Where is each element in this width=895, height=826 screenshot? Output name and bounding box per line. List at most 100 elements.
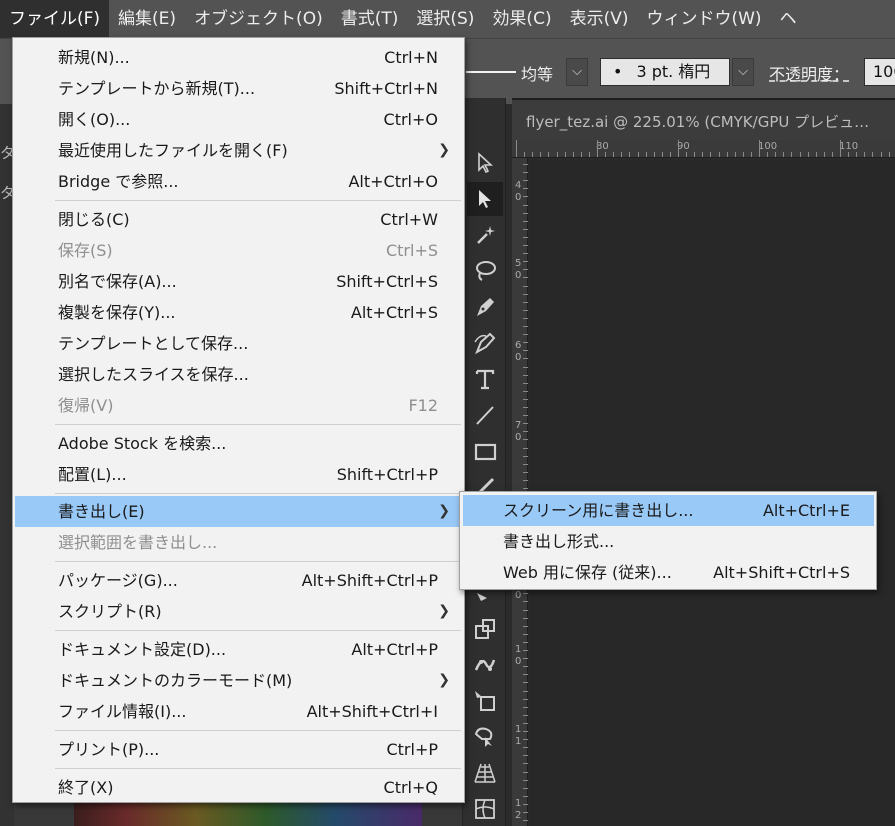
menu-item-label: ファイル情報(I)... — [58, 702, 187, 721]
pen-tool[interactable] — [467, 290, 503, 324]
menu-item-browse-in-bridge[interactable]: Bridge で参照... Alt+Ctrl+O — [15, 166, 462, 197]
ruler-tick — [523, 334, 528, 336]
menu-item-export-as[interactable]: 書き出し形式... — [463, 526, 874, 557]
menu-item-save-as-template[interactable]: テンプレートとして保存... — [15, 328, 462, 359]
puppet-warp-tool[interactable] — [467, 648, 503, 682]
menu-item-save-a-copy[interactable]: 複製を保存(Y)... Alt+Ctrl+S — [15, 297, 462, 328]
ruler-tick — [694, 152, 696, 157]
horizontal-ruler[interactable]: 80 90 100 110 — [512, 140, 895, 158]
ruler-label: 1 0 — [515, 644, 522, 667]
ruler-label: 1 1 — [515, 724, 522, 747]
menu-help[interactable]: ヘ — [771, 0, 806, 38]
mesh-tool[interactable] — [467, 792, 503, 826]
ruler-tick — [523, 593, 528, 595]
brush-dropdown[interactable]: ⌵ — [732, 58, 754, 86]
stroke-profile-dropdown[interactable]: ⌵ — [566, 58, 588, 86]
menu-file[interactable]: ファイル(F) — [0, 0, 110, 38]
ruler-tick — [523, 317, 528, 319]
ruler-tick — [710, 152, 712, 157]
menu-separator — [55, 561, 461, 562]
ruler-tick — [523, 358, 528, 360]
menu-item-label: Web 用に保存 (従来)... — [503, 563, 672, 582]
menu-view[interactable]: 表示(V) — [561, 0, 638, 38]
file-menu: 新規(N)... Ctrl+N テンプレートから新規(T)... Shift+Ctr… — [12, 37, 465, 803]
rectangle-tool[interactable] — [467, 434, 503, 468]
opacity-field[interactable]: 100 — [864, 58, 895, 86]
ruler-tick — [523, 706, 528, 708]
direct-selection-tool[interactable] — [467, 146, 503, 180]
magic-wand-tool[interactable] — [467, 218, 503, 252]
lasso-tool[interactable] — [467, 254, 503, 288]
menu-select[interactable]: 選択(S) — [407, 0, 483, 38]
menu-item-export[interactable]: 書き出し(E) ❯ — [15, 496, 462, 527]
ruler-tick — [791, 152, 793, 157]
menu-item-new-from-template[interactable]: テンプレートから新規(T)... Shift+Ctrl+N — [15, 73, 462, 104]
ruler-tick — [523, 698, 528, 700]
menu-item-save-as[interactable]: 別名で保存(A)... Shift+Ctrl+S — [15, 266, 462, 297]
menu-item-exit[interactable]: 終了(X) Ctrl+Q — [15, 772, 462, 803]
menu-item-place[interactable]: 配置(L)... Shift+Ctrl+P — [15, 459, 462, 490]
ruler-tick — [523, 690, 528, 692]
menu-item-document-setup[interactable]: ドキュメント設定(D)... Alt+Ctrl+P — [15, 634, 462, 665]
ruler-tick — [523, 747, 528, 749]
submenu-arrow-icon: ❯ — [438, 503, 450, 519]
ruler-tick — [523, 479, 528, 481]
menu-item-label: 書き出し(E) — [58, 502, 145, 521]
ruler-tick — [523, 779, 528, 781]
menu-item-close[interactable]: 閉じる(C) Ctrl+W — [15, 204, 462, 235]
ruler-tick — [734, 152, 736, 157]
menu-item-open[interactable]: 開く(O)... Ctrl+O — [15, 104, 462, 135]
menu-item-shortcut: Ctrl+P — [386, 740, 438, 759]
menu-item-open-recent[interactable]: 最近使用したファイルを開く(F) ❯ — [15, 135, 462, 166]
menu-item-shortcut: Ctrl+S — [385, 241, 438, 260]
menu-item-save-selected-slices[interactable]: 選択したスライスを保存... — [15, 359, 462, 390]
menu-item-export-for-screens[interactable]: スクリーン用に書き出し... Alt+Ctrl+E — [463, 495, 874, 526]
menu-item-label: 別名で保存(A)... — [58, 272, 177, 291]
menu-separator — [55, 768, 461, 769]
menu-item-document-color-mode[interactable]: ドキュメントのカラーモード(M) ❯ — [15, 665, 462, 696]
menu-item-shortcut: Alt+Shift+Ctrl+S — [713, 563, 850, 582]
menu-item-new[interactable]: 新規(N)... Ctrl+N — [15, 42, 462, 73]
free-transform-tool[interactable] — [467, 612, 503, 646]
curvature-tool[interactable] — [467, 326, 503, 360]
menu-item-package[interactable]: パッケージ(G)... Alt+Shift+Ctrl+P — [15, 565, 462, 596]
artboard-tool[interactable] — [467, 684, 503, 718]
menu-type[interactable]: 書式(T) — [332, 0, 408, 38]
ruler-tick — [523, 763, 528, 765]
ruler-tick — [856, 152, 858, 157]
live-paint-selection-tool[interactable] — [467, 720, 503, 754]
ruler-tick — [523, 674, 528, 676]
stroke-profile-preview — [466, 71, 516, 73]
ruler-tick — [523, 820, 528, 822]
ruler-tick — [523, 236, 528, 238]
line-segment-tool[interactable] — [467, 398, 503, 432]
menu-edit[interactable]: 編集(E) — [109, 0, 185, 38]
ruler-tick — [523, 722, 528, 724]
type-tool[interactable] — [467, 362, 503, 396]
ruler-tick — [556, 152, 558, 157]
menu-item-print[interactable]: プリント(P)... Ctrl+P — [15, 734, 462, 765]
brush-definition-field[interactable]: • 3 pt. 楕円 — [600, 58, 730, 86]
opacity-label[interactable]: 不透明度： — [769, 61, 849, 85]
ruler-tick — [523, 326, 528, 327]
menu-item-search-adobe-stock[interactable]: Adobe Stock を検索... — [15, 428, 462, 459]
ruler-tick — [523, 609, 528, 611]
menu-item-scripts[interactable]: スクリプト(R) ❯ — [15, 596, 462, 627]
menu-object[interactable]: オブジェクト(O) — [185, 0, 332, 38]
document-tab[interactable]: flyer_tez.ai @ 225.01% (CMYK/GPU プレビュ… — [512, 98, 895, 140]
ruler-tick — [523, 245, 528, 246]
color-spectrum[interactable] — [74, 803, 422, 826]
menu-item-file-info[interactable]: ファイル情報(I)... Alt+Shift+Ctrl+I — [15, 696, 462, 727]
ruler-label: 110 — [839, 141, 859, 152]
menu-item-save-for-web-legacy[interactable]: Web 用に保存 (従来)... Alt+Shift+Ctrl+S — [463, 557, 874, 588]
ruler-tick — [823, 152, 825, 157]
ruler-tick — [783, 152, 785, 157]
ruler-tick — [523, 803, 528, 805]
ruler-tick — [815, 152, 817, 157]
menu-effect[interactable]: 効果(C) — [483, 0, 560, 38]
selection-tool[interactable] — [467, 182, 503, 216]
menu-window[interactable]: ウィンドウ(W) — [637, 0, 770, 38]
ruler-label: 6 0 — [515, 340, 522, 363]
mesh-icon — [475, 799, 495, 819]
perspective-grid-tool[interactable] — [467, 756, 503, 790]
